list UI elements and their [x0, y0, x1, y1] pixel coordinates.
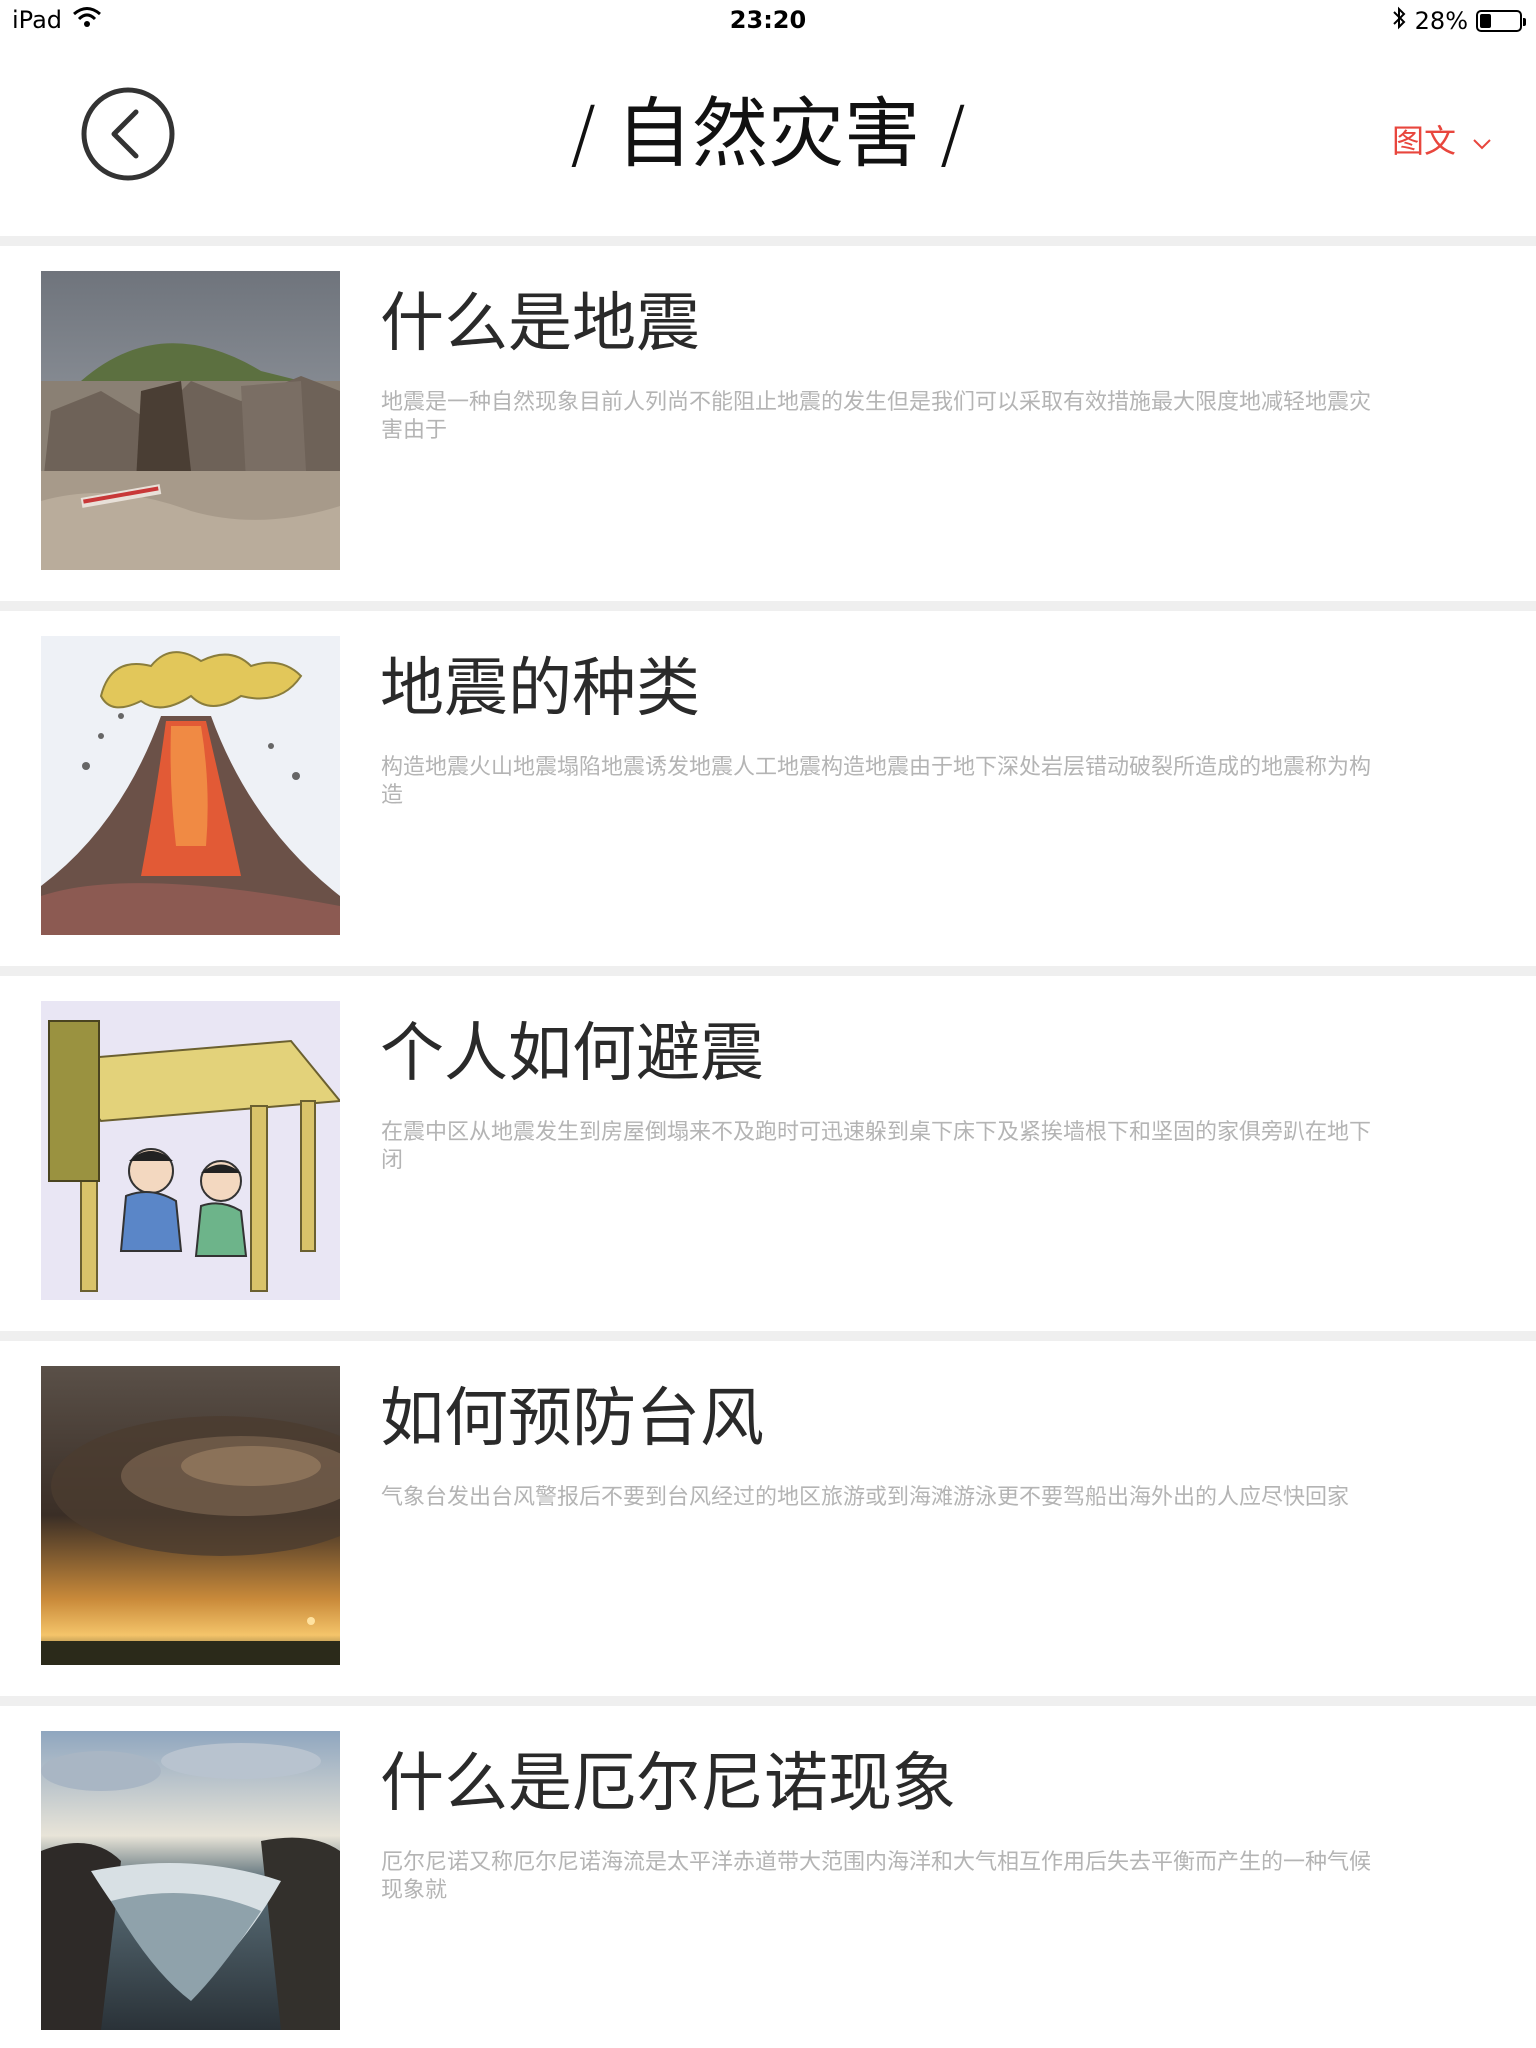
item-title: 个人如何避震 [380, 1017, 764, 1091]
page-title-wrap: / 自然灾害 / [0, 84, 1536, 184]
item-title: 什么是厄尔尼诺现象 [380, 1747, 956, 1821]
battery-tip [1523, 18, 1526, 26]
status-time: 23:20 [729, 6, 807, 34]
app-screen: iPad 23:20 28% / 自然灾害 / 图文 什么是地震 地震是一种自然… [0, 0, 1536, 2048]
display-mode-select[interactable]: 图文 [1392, 116, 1492, 162]
page-title: 自然灾害 [616, 89, 920, 178]
list-item[interactable]: 地震的种类 构造地震火山地震塌陷地震诱发地震人工地震构造地震由于地下深处岩层错动… [0, 611, 1536, 966]
item-description: 气象台发出台风警报后不要到台风经过的地区旅游或到海滩游泳更不要驾船出海外出的人应… [381, 1485, 1350, 1510]
volcano-thumbnail [41, 636, 340, 935]
item-description: 在震中区从地震发生到房屋倒塌来不及跑时可迅速躲到桌下床下及紧挨墙根下和坚固的家俱… [381, 1120, 1372, 1173]
list-divider [0, 966, 1536, 976]
item-title: 什么是地震 [380, 287, 700, 361]
status-bar: iPad 23:20 28% [0, 0, 1536, 40]
rough-sea-thumbnail [41, 1731, 340, 2030]
item-title: 如何预防台风 [380, 1382, 764, 1456]
list-item[interactable]: 如何预防台风 气象台发出台风警报后不要到台风经过的地区旅游或到海滩游泳更不要驾船… [0, 1341, 1536, 1696]
display-mode-label: 图文 [1391, 122, 1456, 160]
article-list: 什么是地震 地震是一种自然现象目前人列尚不能阻止地震的发生但是我们可以采取有效措… [0, 236, 1536, 2048]
chevron-down-icon [1472, 120, 1492, 158]
item-description: 厄尔尼诺又称厄尔尼诺海流是太平洋赤道带大范围内海洋和大气相互作用后失去平衡而产生… [381, 1850, 1372, 1903]
battery-fill [1480, 14, 1491, 28]
battery-percent: 28% [1414, 7, 1468, 35]
status-right: 28% [1391, 6, 1526, 36]
list-item[interactable]: 个人如何避震 在震中区从地震发生到房屋倒塌来不及跑时可迅速躲到桌下床下及紧挨墙根… [0, 976, 1536, 1331]
battery-icon [1476, 10, 1526, 32]
list-divider [0, 1331, 1536, 1341]
bluetooth-icon [1391, 6, 1407, 36]
list-item[interactable]: 什么是地震 地震是一种自然现象目前人列尚不能阻止地震的发生但是我们可以采取有效措… [0, 246, 1536, 601]
kids-under-table-thumbnail [41, 1001, 340, 1300]
list-divider [0, 236, 1536, 246]
storm-cloud-thumbnail [41, 1366, 340, 1665]
item-title: 地震的种类 [380, 652, 700, 726]
earthquake-ruins-thumbnail [41, 271, 340, 570]
list-divider [0, 601, 1536, 611]
item-description: 地震是一种自然现象目前人列尚不能阻止地震的发生但是我们可以采取有效措施最大限度地… [381, 390, 1372, 443]
nav-bar: / 自然灾害 / 图文 [0, 40, 1536, 236]
item-description: 构造地震火山地震塌陷地震诱发地震人工地震构造地震由于地下深处岩层错动破裂所造成的… [381, 755, 1372, 808]
list-item[interactable]: 什么是厄尔尼诺现象 厄尔尼诺又称厄尔尼诺海流是太平洋赤道带大范围内海洋和大气相互… [0, 1706, 1536, 2048]
title-slash-right: / [940, 89, 966, 178]
title-slash-left: / [570, 89, 596, 178]
list-divider [0, 1696, 1536, 1706]
